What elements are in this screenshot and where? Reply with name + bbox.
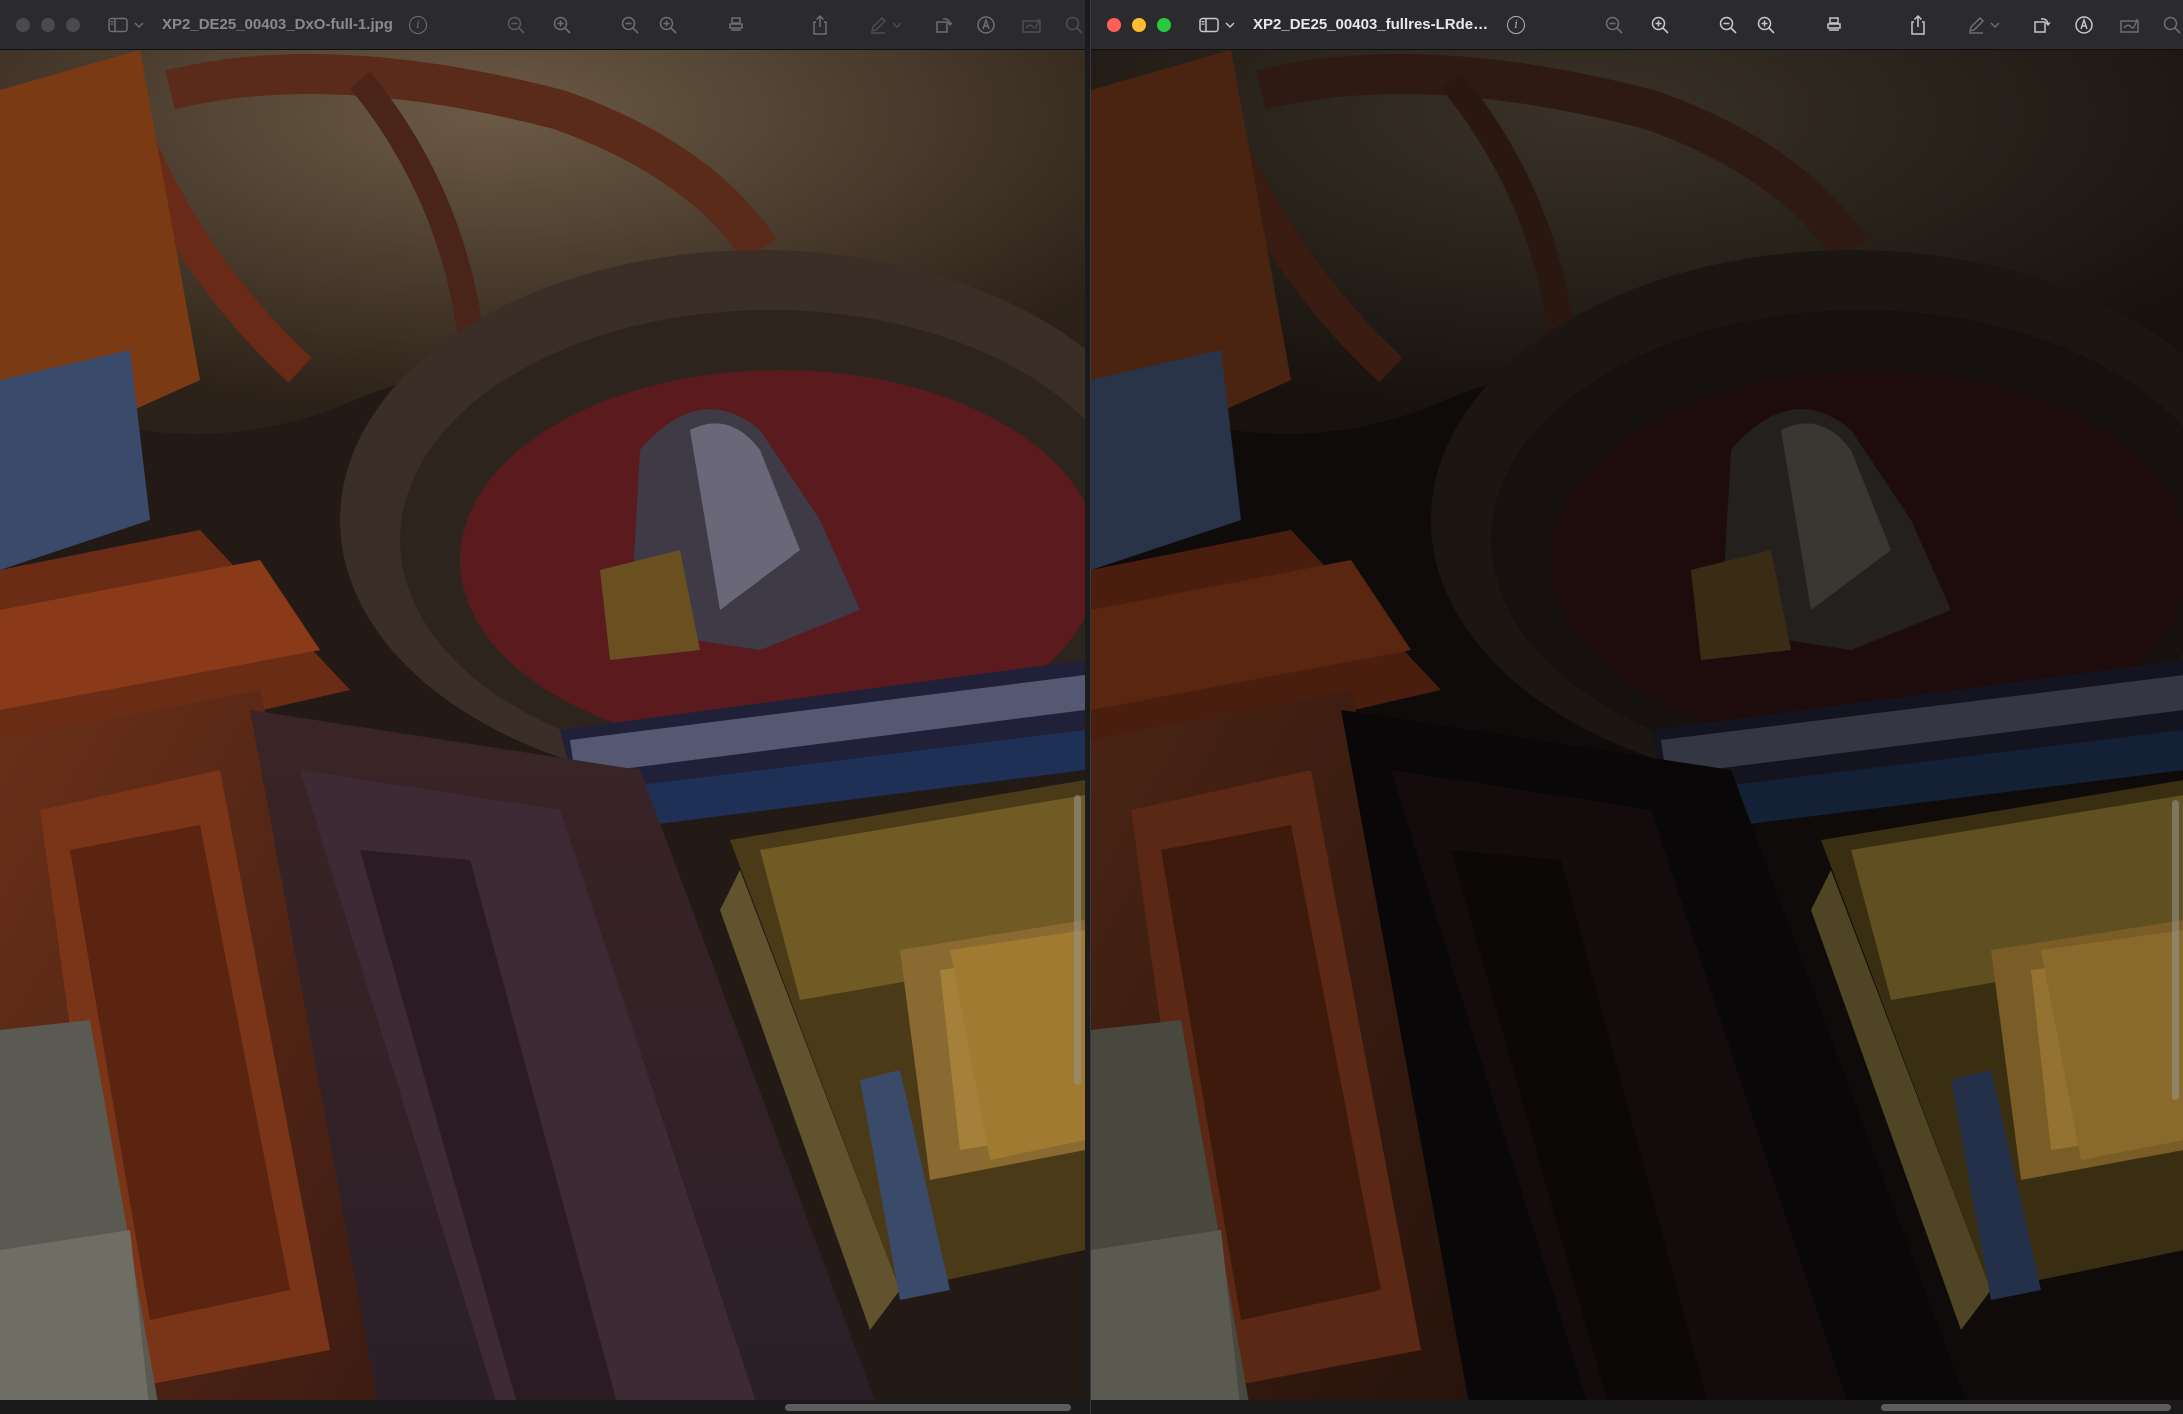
zoom-out-icon[interactable] bbox=[1603, 14, 1625, 36]
zoom-out-icon[interactable] bbox=[619, 14, 641, 36]
share-icon[interactable] bbox=[809, 14, 831, 36]
toolbar bbox=[1563, 0, 2183, 50]
toolbar bbox=[465, 0, 1085, 50]
zoom-in-icon[interactable] bbox=[657, 14, 679, 36]
zoom-out-icon[interactable] bbox=[505, 14, 527, 36]
traffic-lights bbox=[16, 17, 80, 32]
info-icon[interactable]: i bbox=[1507, 15, 1525, 34]
preview-window-right: XP2_DE25_00403_fullres-LRden... i bbox=[1090, 0, 2183, 1414]
markup-circle-icon[interactable] bbox=[975, 14, 997, 36]
share-icon[interactable] bbox=[1907, 14, 1929, 36]
search-icon[interactable] bbox=[1063, 14, 1085, 36]
maximize-button[interactable] bbox=[1157, 17, 1171, 32]
search-icon[interactable] bbox=[2161, 14, 2183, 36]
zoom-out-icon[interactable] bbox=[1717, 14, 1739, 36]
window-title: XP2_DE25_00403_fullres-LRden... bbox=[1253, 16, 1492, 33]
rotate-icon[interactable] bbox=[933, 14, 955, 36]
stamp-icon[interactable] bbox=[1823, 14, 1845, 36]
horizontal-scrollbar[interactable] bbox=[1881, 1404, 2171, 1411]
minimize-button[interactable] bbox=[41, 17, 55, 32]
window-title: XP2_DE25_00403_DxO-full-1.jpg bbox=[162, 16, 393, 33]
chevron-down-icon[interactable] bbox=[1989, 14, 2001, 36]
church-interior-photo bbox=[0, 50, 1085, 1414]
sidebar-icon bbox=[1199, 17, 1219, 32]
traffic-lights bbox=[1107, 17, 1171, 32]
close-button[interactable] bbox=[16, 17, 30, 32]
chevron-down-icon bbox=[134, 21, 144, 28]
zoom-in-icon[interactable] bbox=[1755, 14, 1777, 36]
markup-pen-icon[interactable] bbox=[867, 14, 889, 36]
chevron-down-icon bbox=[1225, 21, 1235, 28]
vertical-scrollbar[interactable] bbox=[2172, 800, 2179, 1100]
vertical-scrollbar[interactable] bbox=[1074, 795, 1081, 1085]
image-canvas[interactable] bbox=[1091, 50, 2183, 1414]
image-canvas[interactable] bbox=[0, 50, 1085, 1414]
markup-circle-icon[interactable] bbox=[2073, 14, 2095, 36]
preview-window-left: XP2_DE25_00403_DxO-full-1.jpg i bbox=[0, 0, 1085, 1414]
titlebar[interactable]: XP2_DE25_00403_fullres-LRden... i bbox=[1091, 0, 2183, 50]
sidebar-toggle-button[interactable] bbox=[108, 17, 144, 33]
zoom-in-icon[interactable] bbox=[551, 14, 573, 36]
sidebar-toggle-button[interactable] bbox=[1199, 17, 1235, 33]
chevron-down-icon[interactable] bbox=[891, 14, 903, 36]
maximize-button[interactable] bbox=[66, 17, 80, 32]
close-button[interactable] bbox=[1107, 17, 1121, 32]
stamp-icon[interactable] bbox=[725, 14, 747, 36]
sidebar-icon bbox=[108, 17, 128, 32]
church-interior-photo bbox=[1091, 50, 2183, 1414]
info-icon[interactable]: i bbox=[408, 15, 427, 34]
horizontal-scrollbar[interactable] bbox=[785, 1404, 1071, 1411]
minimize-button[interactable] bbox=[1132, 17, 1146, 32]
signature-icon[interactable] bbox=[1021, 14, 1043, 36]
zoom-in-icon[interactable] bbox=[1649, 14, 1671, 36]
markup-pen-icon[interactable] bbox=[1965, 14, 1987, 36]
titlebar[interactable]: XP2_DE25_00403_DxO-full-1.jpg i bbox=[0, 0, 1085, 50]
rotate-icon[interactable] bbox=[2031, 14, 2053, 36]
signature-icon[interactable] bbox=[2119, 14, 2141, 36]
